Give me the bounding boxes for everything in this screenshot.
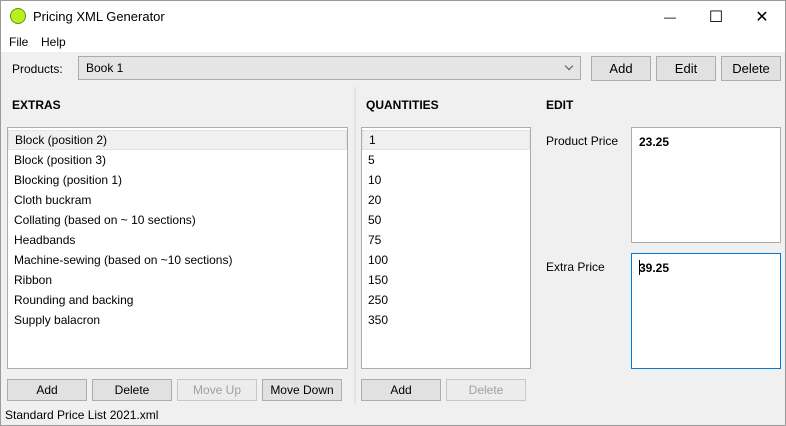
quantities-list-item[interactable]: 50 — [362, 210, 530, 230]
quantities-list-item[interactable]: 1 — [362, 130, 530, 150]
quantities-header: QUANTITIES — [366, 98, 439, 112]
close-button[interactable]: ✕ — [739, 1, 785, 32]
extras-list-item[interactable]: Rounding and backing — [8, 290, 347, 310]
add-product-button[interactable]: Add — [591, 56, 651, 81]
move-up-button[interactable]: Move Up — [177, 379, 257, 401]
extra-price-value: 39.25 — [639, 261, 670, 275]
quantities-list-item[interactable]: 20 — [362, 190, 530, 210]
quantities-list-item[interactable]: 250 — [362, 290, 530, 310]
delete-extra-button[interactable]: Delete — [92, 379, 172, 401]
chevron-down-icon — [564, 61, 574, 71]
app-icon — [10, 8, 26, 24]
extras-list-item[interactable]: Block (position 3) — [8, 150, 347, 170]
extras-list-item[interactable]: Headbands — [8, 230, 347, 250]
text-caret — [639, 260, 640, 275]
window-title: Pricing XML Generator — [33, 9, 165, 24]
products-dropdown[interactable]: Book 1 — [78, 56, 581, 80]
close-icon: ✕ — [755, 8, 769, 26]
menu-help[interactable]: Help — [41, 35, 66, 49]
quantities-list-item[interactable]: 75 — [362, 230, 530, 250]
extras-list-item[interactable]: Machine-sewing (based on ~10 sections) — [8, 250, 347, 270]
quantities-list-item[interactable]: 150 — [362, 270, 530, 290]
extras-list[interactable]: Block (position 2) Block (position 3) Bl… — [7, 127, 348, 369]
extras-list-item[interactable]: Blocking (position 1) — [8, 170, 347, 190]
extras-list-item[interactable]: Supply balacron — [8, 310, 347, 330]
extras-list-item[interactable]: Cloth buckram — [8, 190, 347, 210]
quantities-list-item[interactable]: 5 — [362, 150, 530, 170]
move-down-button[interactable]: Move Down — [262, 379, 342, 401]
quantities-list-item[interactable]: 100 — [362, 250, 530, 270]
quantities-list-item[interactable]: 350 — [362, 310, 530, 330]
status-text: Standard Price List 2021.xml — [5, 408, 159, 422]
quantities-list[interactable]: 1 5 10 20 50 75 100 150 250 350 — [361, 127, 531, 369]
add-quantity-button[interactable]: Add — [361, 379, 441, 401]
extras-list-item[interactable]: Collating (based on ~ 10 sections) — [8, 210, 347, 230]
menu-file[interactable]: File — [9, 35, 28, 49]
product-price-field[interactable]: 23.25 — [631, 127, 781, 243]
products-label: Products: — [12, 62, 63, 76]
quantities-list-item[interactable]: 10 — [362, 170, 530, 190]
menu-bar: File Help — [1, 32, 785, 52]
edit-header: EDIT — [546, 98, 574, 112]
maximize-icon: ☐ — [708, 8, 724, 26]
extras-list-item[interactable]: Ribbon — [8, 270, 347, 290]
main-window: Pricing XML Generator — ☐ ✕ File Help Pr… — [0, 0, 786, 426]
minimize-icon: — — [664, 9, 676, 24]
delete-product-button[interactable]: Delete — [721, 56, 781, 81]
extra-price-field[interactable]: 39.25 — [631, 253, 781, 369]
product-price-label: Product Price — [546, 134, 619, 148]
add-extra-button[interactable]: Add — [7, 379, 87, 401]
panel-splitter[interactable] — [354, 87, 356, 404]
minimize-button[interactable]: — — [647, 1, 693, 32]
products-selected-value: Book 1 — [86, 61, 124, 75]
status-bar: Standard Price List 2021.xml — [1, 404, 785, 425]
extras-list-item[interactable]: Block (position 2) — [8, 130, 347, 150]
delete-quantity-button[interactable]: Delete — [446, 379, 526, 401]
extra-price-label: Extra Price — [546, 260, 605, 274]
edit-product-button[interactable]: Edit — [656, 56, 716, 81]
product-price-value: 23.25 — [639, 135, 670, 149]
extras-header: EXTRAS — [12, 98, 61, 112]
maximize-button[interactable]: ☐ — [693, 1, 739, 32]
title-bar[interactable]: Pricing XML Generator — ☐ ✕ — [1, 1, 785, 32]
